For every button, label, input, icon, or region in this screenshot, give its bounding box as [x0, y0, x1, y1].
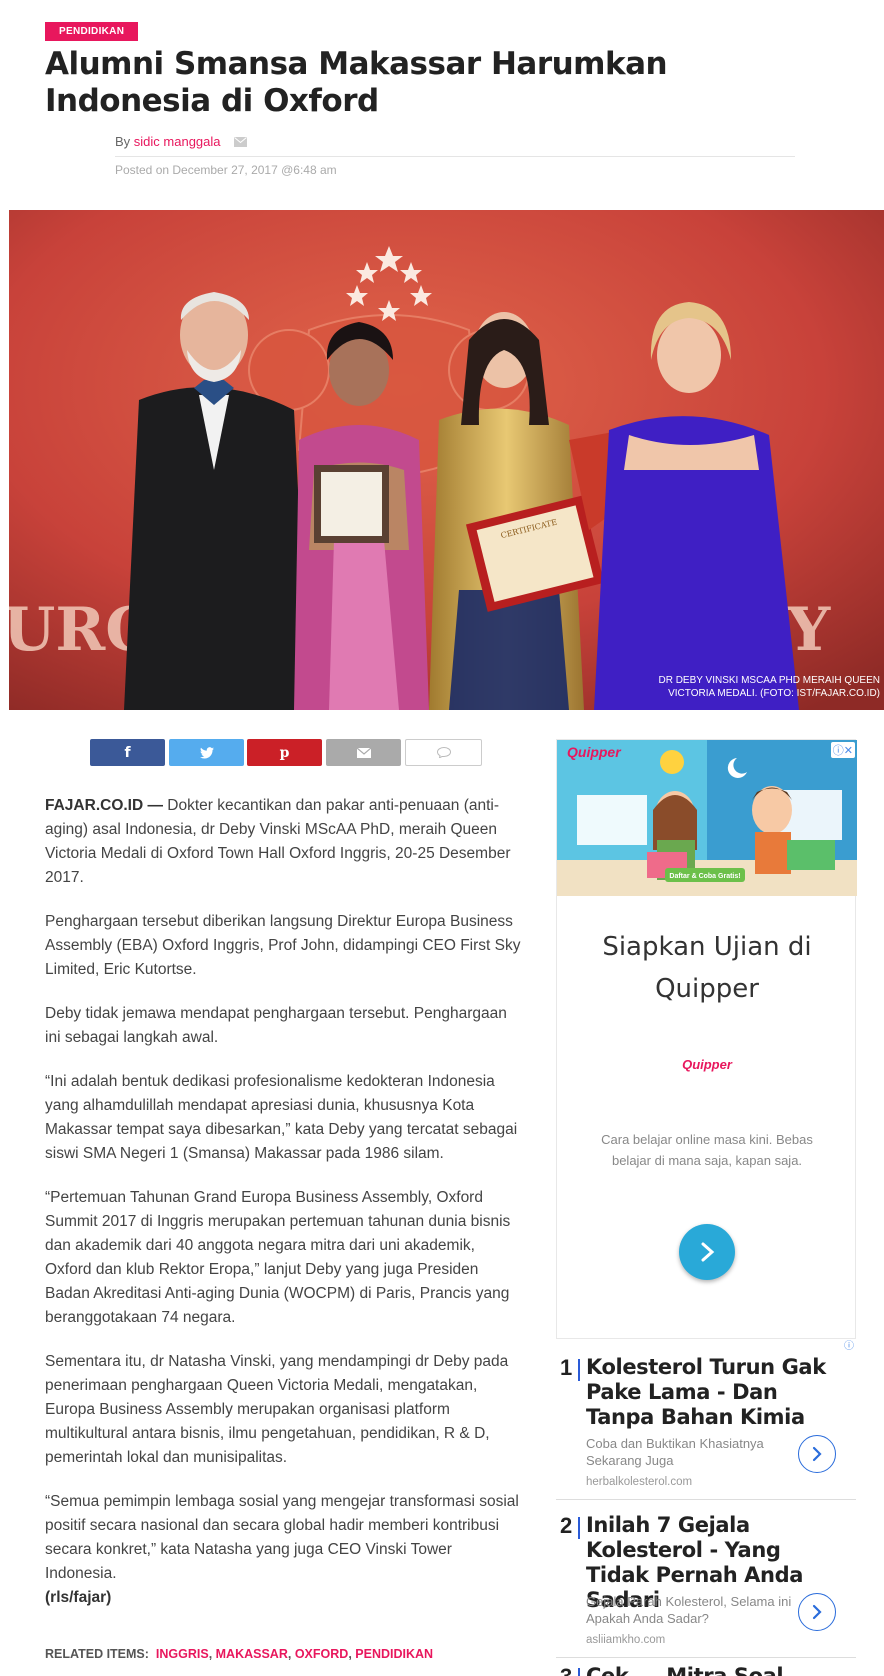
- comments-button[interactable]: [405, 739, 482, 766]
- native-ad-subtext: Coba dan Buktikan Khasiatnya Sekarang Ju…: [586, 1436, 764, 1468]
- article-paragraph: Deby tidak jemawa mendapat penghargaan t…: [45, 1005, 507, 1046]
- email-icon: [356, 747, 371, 758]
- native-ad-domain: herbalkolesterol.com: [586, 1476, 693, 1488]
- related-tag[interactable]: PENDIDIKAN: [355, 1647, 433, 1661]
- ad-banner-illustration[interactable]: Daftar & Coba Gratis! Quipper ⓘ✕: [557, 740, 857, 896]
- comment-icon: [436, 747, 451, 758]
- native-ad-bar: [578, 1668, 580, 1676]
- ad-banner-button: Daftar & Coba Gratis!: [669, 873, 740, 880]
- sidebar-ad[interactable]: Daftar & Coba Gratis! Quipper ⓘ✕ Siapkan…: [556, 739, 857, 1339]
- related-tag[interactable]: MAKASSAR: [216, 1647, 288, 1661]
- hero-image: URO LY: [9, 210, 884, 710]
- article-paragraph: Sementara itu, dr Natasha Vinski, yang m…: [45, 1353, 509, 1466]
- byline-divider: [115, 156, 795, 157]
- article-body: FAJAR.CO.ID — Dokter kecantikan dan paka…: [45, 794, 523, 1630]
- posted-date: Posted on December 27, 2017 @6:48 am: [115, 163, 337, 177]
- share-facebook-button[interactable]: f: [90, 739, 165, 766]
- article-signoff: (rls/fajar): [45, 1589, 112, 1606]
- native-ad-headline[interactable]: Cek.....Mitra Soal 0...: [586, 1664, 826, 1676]
- twitter-icon: [199, 746, 214, 759]
- article-paragraph: FAJAR.CO.ID — Dokter kecantikan dan paka…: [45, 797, 511, 886]
- native-ad-headline[interactable]: Kolesterol Turun Gak Pake Lama - Dan Tan…: [586, 1355, 826, 1430]
- share-pinterest-button[interactable]: p: [247, 739, 322, 766]
- native-ad-number: 3: [560, 1664, 572, 1676]
- related-tag[interactable]: OXFORD: [295, 1647, 348, 1661]
- byline-prefix: By: [115, 134, 131, 149]
- chevron-right-icon: [812, 1446, 822, 1462]
- share-twitter-button[interactable]: [169, 739, 244, 766]
- related-tag[interactable]: INGGRIS: [156, 1647, 209, 1661]
- ad-description: Cara belajar online masa kini. Bebas bel…: [601, 1132, 813, 1168]
- related-label: RELATED ITEMS:: [45, 1647, 149, 1661]
- native-ad-subtext: Gejala Parah Kolesterol, Selama ini Apak…: [586, 1594, 792, 1626]
- native-ad-bar: [578, 1517, 580, 1539]
- article-paragraph: “Ini adalah bentuk dedikasi profesionali…: [45, 1073, 518, 1162]
- chevron-right-icon: [701, 1242, 715, 1262]
- author-link[interactable]: sidic manggala: [134, 134, 221, 149]
- article-paragraph: “Pertemuan Tahunan Grand Europa Business…: [45, 1189, 511, 1326]
- article-dateline: FAJAR.CO.ID —: [45, 797, 163, 814]
- pinterest-icon: p: [279, 744, 290, 761]
- hero-caption: DR DEBY VINSKI MSCAA PHD MERAIH QUEEN VI…: [658, 675, 880, 699]
- adchoices-icon[interactable]: ⓘ✕: [830, 742, 855, 758]
- native-ad-go-button[interactable]: [798, 1593, 836, 1631]
- native-ad-go-button[interactable]: [798, 1435, 836, 1473]
- ad-brand: Quipper: [567, 744, 621, 760]
- facebook-icon: f: [124, 744, 131, 761]
- ad-logo: Quipper: [682, 1057, 732, 1072]
- ad-cta-button[interactable]: [679, 1224, 735, 1280]
- email-author-icon[interactable]: [234, 135, 248, 150]
- native-ad-domain: asliiamkho.com: [586, 1634, 666, 1646]
- native-ad-info-icon[interactable]: ⓘ: [842, 1340, 856, 1354]
- byline: By sidic manggala: [115, 134, 795, 150]
- native-ad-bar: [578, 1359, 580, 1381]
- native-ad-number: 2: [560, 1513, 573, 1538]
- ad-headline[interactable]: Siapkan Ujian di Quipper: [557, 926, 857, 1010]
- native-ad-number: 1: [560, 1355, 573, 1380]
- native-ad-item[interactable]: 1 Kolesterol Turun Gak Pake Lama - Dan T…: [556, 1355, 856, 1495]
- share-email-button[interactable]: [326, 739, 401, 766]
- chevron-right-icon: [812, 1604, 822, 1620]
- category-badge[interactable]: PENDIDIKAN: [45, 22, 139, 41]
- article-paragraph: “Semua pemimpin lembaga sosial yang meng…: [45, 1493, 519, 1606]
- native-ad-item[interactable]: 2 Inilah 7 Gejala Kolesterol - Yang Tida…: [556, 1513, 856, 1653]
- related-items: RELATED ITEMS: INGGRIS, MAKASSAR, OXFORD…: [45, 1647, 434, 1661]
- article-paragraph: Penghargaan tersebut diberikan langsung …: [45, 913, 521, 978]
- article-title: Alumni Smansa Makassar Harumkan Indonesi…: [45, 46, 668, 119]
- native-ad-item[interactable]: 3 Cek.....Mitra Soal 0...: [556, 1664, 856, 1676]
